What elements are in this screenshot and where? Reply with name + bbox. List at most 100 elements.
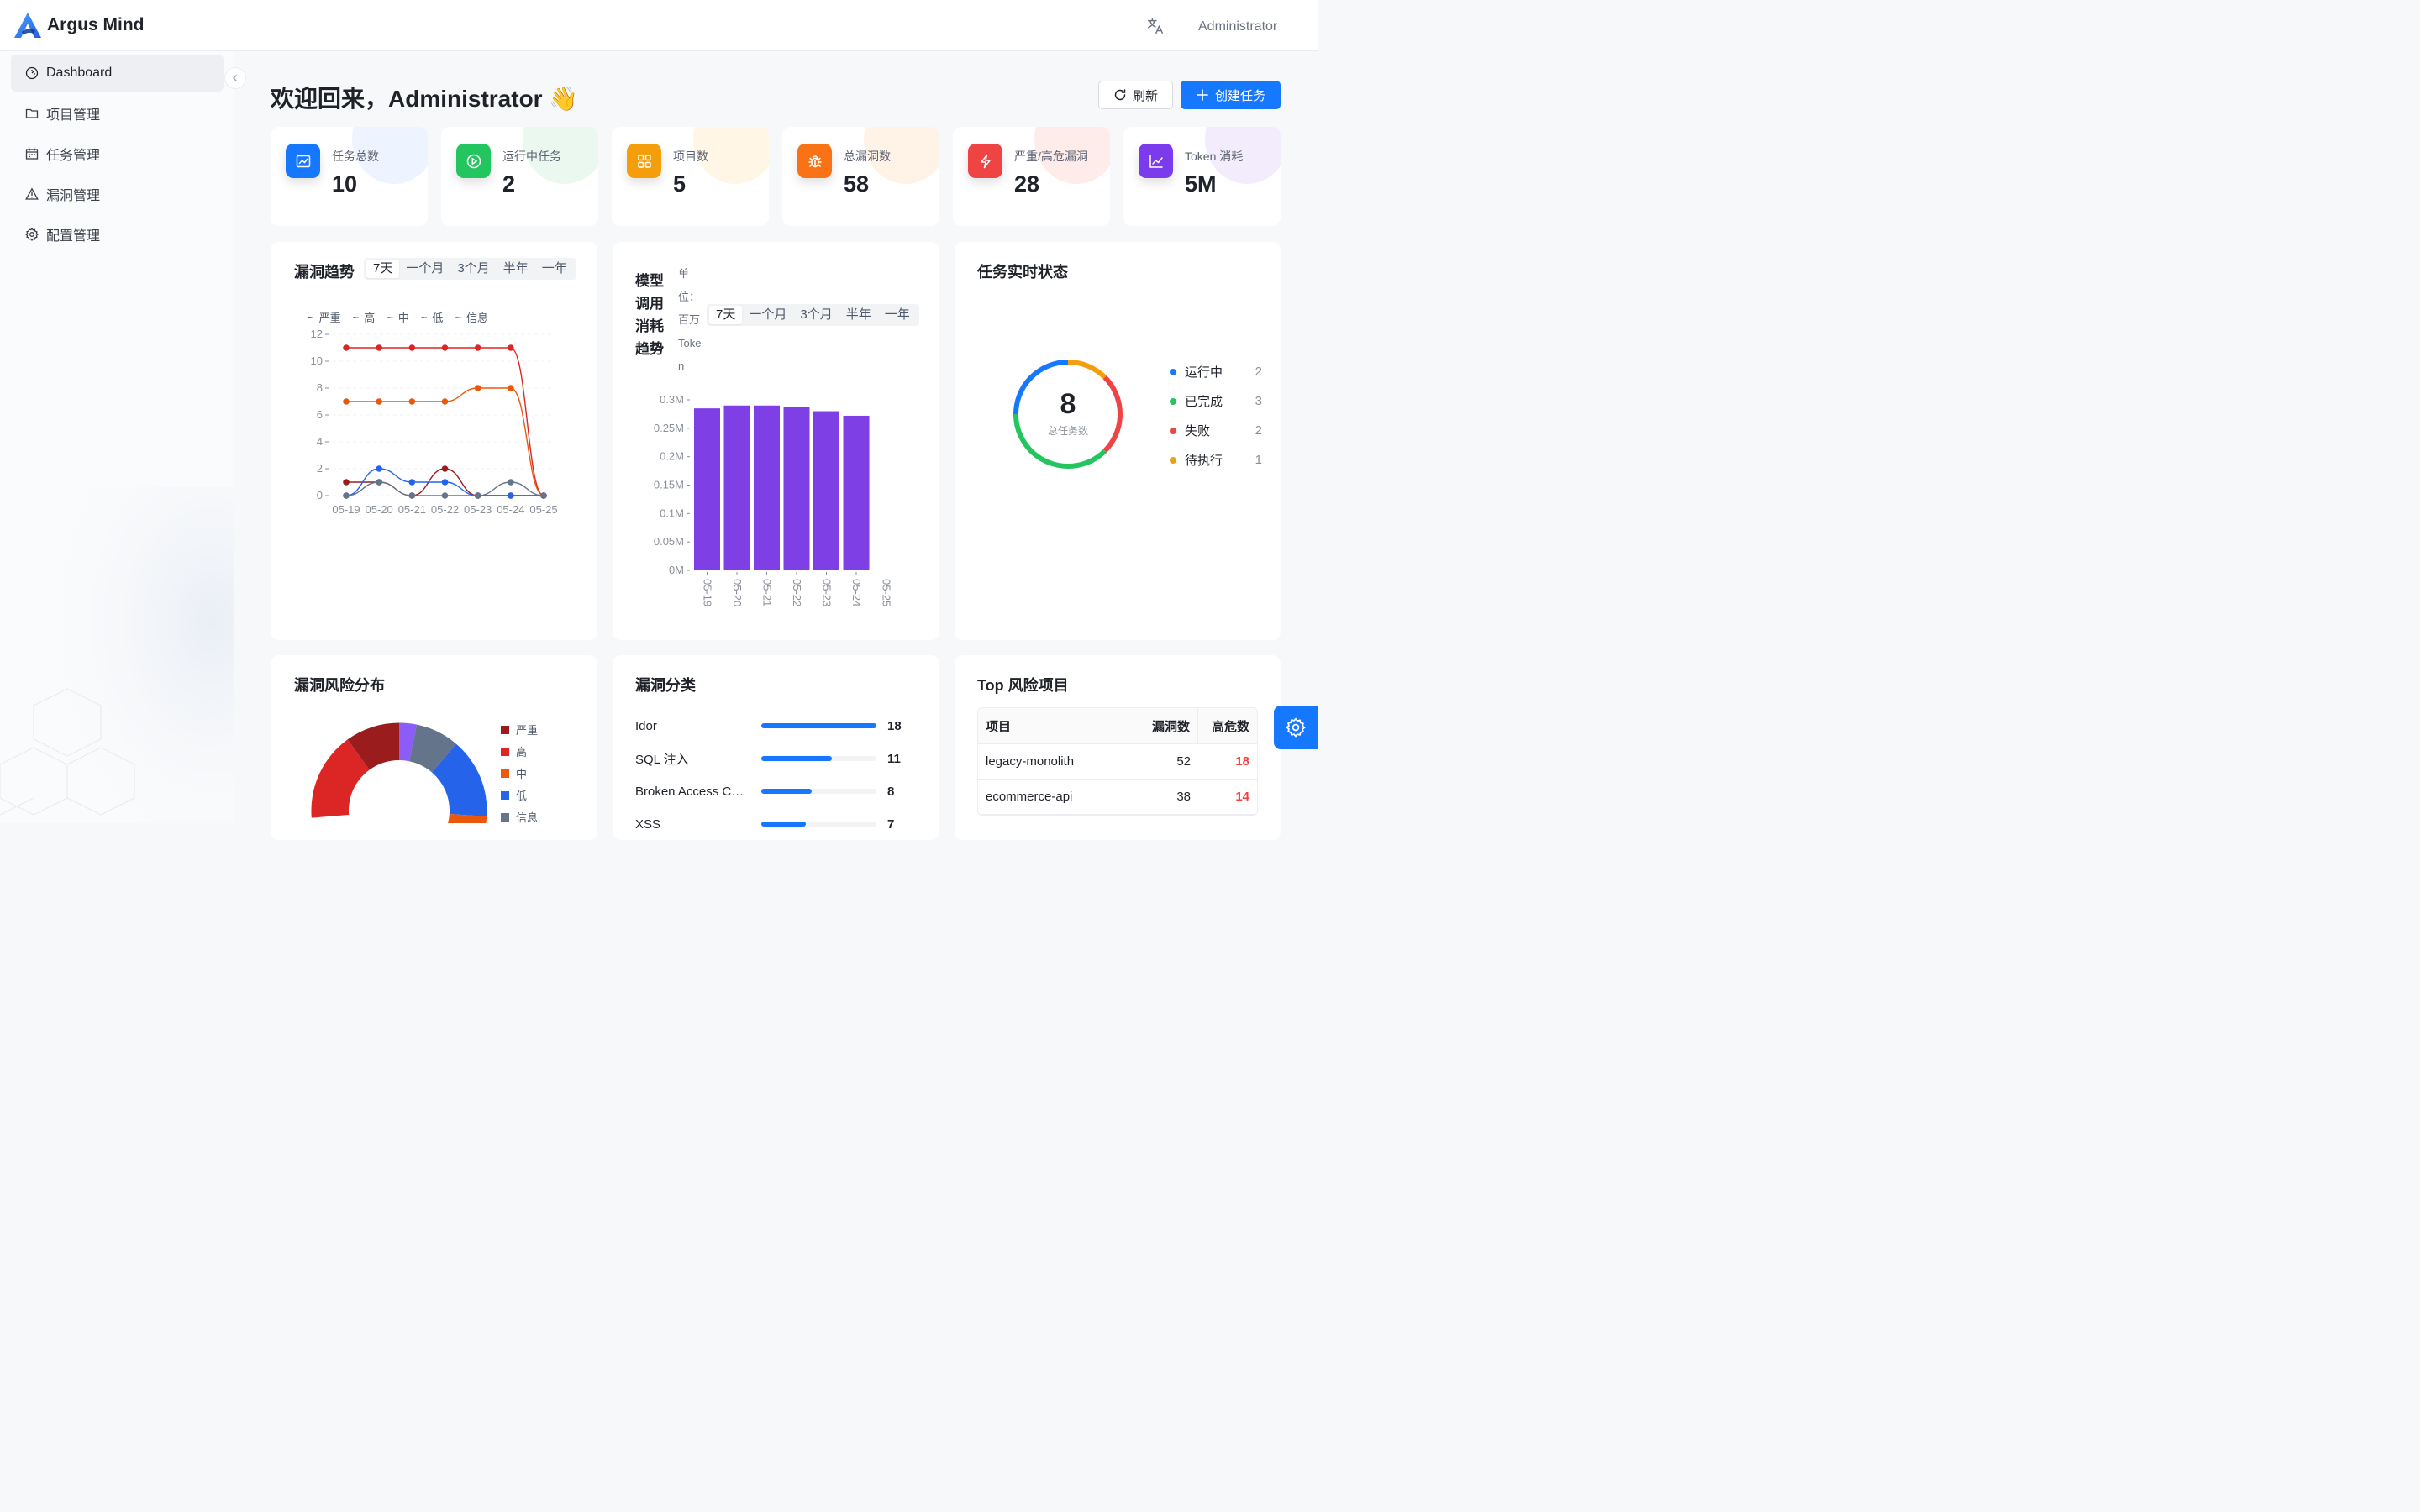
status-arc [1102,375,1123,453]
legend-swatch [501,747,509,756]
vuln-count: 52 [1176,754,1191,769]
stat-value: 10 [332,171,358,197]
stat-card-running-tasks: 运行中任务 2 [441,127,598,226]
category-row[interactable]: Idor 18 [635,717,913,734]
y-tick-label: 0.3M [660,393,684,406]
task-legend-failed[interactable]: 失败 2 [1170,422,1262,439]
legend-count: 2 [1255,365,1262,379]
x-tick-label: 05-19 [332,503,360,516]
task-total-value: 8 [1060,388,1076,420]
sidebar-collapse-button[interactable] [224,67,246,89]
y-tick-label: 4 [317,435,323,448]
x-tick-label: 05-25 [881,579,893,606]
task-legend-running[interactable]: 运行中 2 [1170,363,1262,381]
range-1y[interactable]: 一年 [535,260,574,278]
category-count: 7 [887,816,895,832]
refresh-button[interactable]: 刷新 [1098,81,1173,109]
settings-fab-button[interactable] [1274,706,1318,749]
stat-value: 28 [1014,171,1040,197]
x-tick-label: 05-23 [821,579,834,606]
x-tick-label: 05-25 [529,503,557,516]
category-row[interactable]: SQL 注入 11 [635,750,913,767]
dashboard-icon [25,66,39,80]
range-6m[interactable]: 半年 [839,306,878,324]
category-bar-track [761,756,876,761]
bug-icon [797,144,832,178]
sidebar-item-settings[interactable]: 配置管理 [11,216,224,253]
y-tick-label: 0.25M [654,422,684,434]
plus-icon [1197,89,1208,101]
category-row[interactable]: XSS 7 [635,816,913,832]
task-legend-done[interactable]: 已完成 3 [1170,392,1262,410]
stat-card-total-vulns: 总漏洞数 58 [782,127,939,226]
line-chart-icon [1139,144,1173,178]
category-bar-fill [761,756,832,761]
sidebar-item-vulns[interactable]: 漏洞管理 [11,176,224,213]
vuln-trend-chart: 0 2 4 6 8 10 12 05-19 05-20 05-21 05-22 05-23 05-24 0… [311,328,558,516]
column-header[interactable]: 项目 [978,708,1139,743]
token-trend-title: 模型调用消耗趋势 [635,273,664,357]
legend-dot [1170,397,1176,405]
top-risk-title: Top 风险项目 [977,677,1069,694]
bar [754,405,780,570]
y-tick-label: 0.1M [660,507,684,519]
range-1m[interactable]: 一个月 [742,306,793,324]
category-name: Broken Access Control [635,784,746,799]
stat-label: 任务总数 [332,150,379,163]
risk-legend-medium[interactable]: 中 [501,765,527,781]
sidebar-item-projects[interactable]: 项目管理 [11,95,224,132]
range-1m[interactable]: 一个月 [399,260,450,278]
translate-icon[interactable] [1146,17,1165,35]
data-point [343,398,350,405]
sidebar-item-dashboard[interactable]: Dashboard [11,55,224,92]
risk-dist-title: 漏洞风险分布 [294,677,385,694]
data-point [540,492,547,499]
x-tick-label: 05-22 [791,579,803,606]
data-point [408,492,416,499]
high-count: 14 [1235,790,1249,804]
x-tick-label: 05-20 [366,503,393,516]
range-7d[interactable]: 7天 [709,306,743,324]
x-tick-label: 05-23 [464,503,492,516]
risk-legend-critical[interactable]: 严重 [501,722,538,738]
range-6m[interactable]: 半年 [497,260,535,278]
brand[interactable]: Argus Mind [13,12,145,39]
project-name: ecommerce-api [978,780,1139,814]
user-menu[interactable]: Administrator [1198,19,1277,34]
category-row[interactable]: Broken Access Control 8 [635,783,913,800]
series-line [345,347,544,496]
folder-icon [25,108,39,118]
data-point [441,344,449,351]
range-3m[interactable]: 3个月 [793,306,839,324]
legend-swatch [501,812,509,822]
sidebar-item-tasks[interactable]: 任务管理 [11,135,224,172]
x-tick-label: 05-22 [431,503,459,516]
project-name: legacy-monolith [978,744,1139,779]
stat-label: 项目数 [673,150,708,163]
range-1y[interactable]: 一年 [878,306,917,324]
table-row[interactable]: ecommerce-api 38 14 [978,780,1257,815]
risk-legend-low[interactable]: 低 [501,787,527,803]
range-7d[interactable]: 7天 [366,260,400,278]
data-point [408,479,416,486]
stat-card-total-tasks: 任务总数 10 [271,127,428,226]
y-tick-label: 0.05M [654,535,684,548]
range-3m[interactable]: 3个月 [450,260,496,278]
table-row[interactable]: legacy-monolith 52 18 [978,744,1257,780]
x-tick-label: 05-24 [850,579,863,606]
legend-marker: ~ [420,311,428,323]
y-tick-label: 10 [311,354,323,367]
legend-dot [1170,427,1176,434]
data-point [408,344,416,351]
legend-marker: ~ [387,311,393,323]
stat-label: 严重/高危漏洞 [1014,150,1088,163]
column-header[interactable]: 漏洞数 [1139,708,1198,743]
create-task-button[interactable]: 创建任务 [1181,81,1281,109]
calendar-icon [25,148,39,160]
bar [813,411,839,570]
risk-legend-high[interactable]: 高 [501,743,527,759]
column-header[interactable]: 高危数 [1198,717,1257,735]
task-legend-pending[interactable]: 待执行 1 [1170,451,1262,469]
risk-legend-info[interactable]: 信息 [501,809,538,825]
task-status-title: 任务实时状态 [977,264,1068,281]
